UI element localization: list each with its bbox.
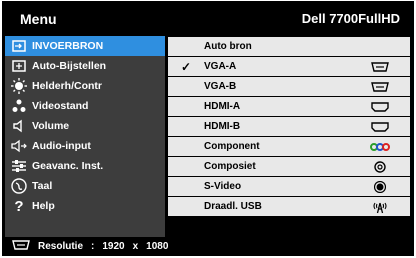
menu-item-help[interactable]: ? Help [5,196,165,216]
brightness-icon [11,78,27,94]
source-label: VGA-B [204,81,237,92]
menu-item-audio-input[interactable]: Audio-input [5,136,165,156]
advanced-settings-icon [11,158,27,174]
auto-adjust-icon [11,58,27,74]
source-composite[interactable]: Composiet [168,157,410,176]
main-menu: INVOERBRON Auto-Bijstellen Helderh/Contr… [5,36,165,237]
source-vga-b[interactable]: VGA-B [168,77,410,96]
source-wireless-usb[interactable]: Draadl. USB [168,197,410,216]
resolution-width: 1920 [102,241,125,252]
component-icon [350,142,410,152]
video-mode-icon [11,98,27,114]
resolution-height: 1080 [146,241,169,252]
menu-label: Videostand [32,100,89,112]
source-label: VGA-A [204,61,237,72]
menu-item-auto-adjust[interactable]: Auto-Bijstellen [5,56,165,76]
vga-icon [350,61,410,72]
menu-label: Auto-Bijstellen [32,60,107,72]
resolution-separator: : [91,241,95,252]
menu-label: Geavanc. Inst. [32,160,104,172]
osd-window: Menu Dell 7700FullHD INVOERBRON Auto-Bij… [2,1,414,256]
input-source-list: Auto bron ✓ VGA-A VGA-B HDMI-A HDMI-B Co… [168,36,410,237]
source-auto[interactable]: Auto bron [168,37,410,56]
source-label: Component [204,141,260,152]
menu-item-advanced-settings[interactable]: Geavanc. Inst. [5,156,165,176]
resolution-x: x [132,241,139,252]
menu-item-language[interactable]: Taal [5,176,165,196]
status-bar: Resolutie : 1920 x 1080 [2,237,414,256]
source-label: Draadl. USB [204,201,262,212]
menu-label: INVOERBRON [32,40,104,52]
menu-item-brightness[interactable]: Helderh/Contr [5,76,165,96]
vga-icon [350,81,410,92]
hdmi-icon [350,121,410,132]
menu-label: Volume [32,120,70,132]
language-icon [11,178,27,194]
resolution-icon [12,240,30,253]
menu-label: Audio-input [32,140,91,152]
composite-icon [350,160,410,173]
source-vga-a[interactable]: ✓ VGA-A [168,57,410,76]
source-label: HDMI-A [204,101,241,112]
hdmi-icon [350,101,410,112]
source-label: HDMI-B [204,121,241,132]
menu-item-video-mode[interactable]: Videostand [5,96,165,116]
check-mark: ✓ [180,59,192,74]
source-component[interactable]: Component [168,137,410,156]
menu-label: Taal [32,180,53,192]
menu-label: Helderh/Contr [32,80,103,92]
source-label: Auto bron [204,41,252,52]
help-icon: ? [14,197,24,215]
input-source-icon [11,38,27,54]
menu-item-volume[interactable]: Volume [5,116,165,136]
audio-input-icon [11,138,27,154]
resolution-label: Resolutie [38,241,84,252]
source-hdmi-a[interactable]: HDMI-A [168,97,410,116]
wireless-usb-icon [350,200,410,214]
menu-title: Menu [20,10,57,27]
menu-label: Help [32,200,55,212]
menu-item-input-source[interactable]: INVOERBRON [5,36,165,56]
source-s-video[interactable]: S-Video [168,177,410,196]
speaker-icon [11,118,27,134]
source-label: Composiet [204,161,256,172]
projector-model: Dell 7700FullHD [301,11,400,26]
source-hdmi-b[interactable]: HDMI-B [168,117,410,136]
header: Menu Dell 7700FullHD [2,1,414,36]
svideo-icon [350,180,410,193]
source-label: S-Video [204,181,242,192]
